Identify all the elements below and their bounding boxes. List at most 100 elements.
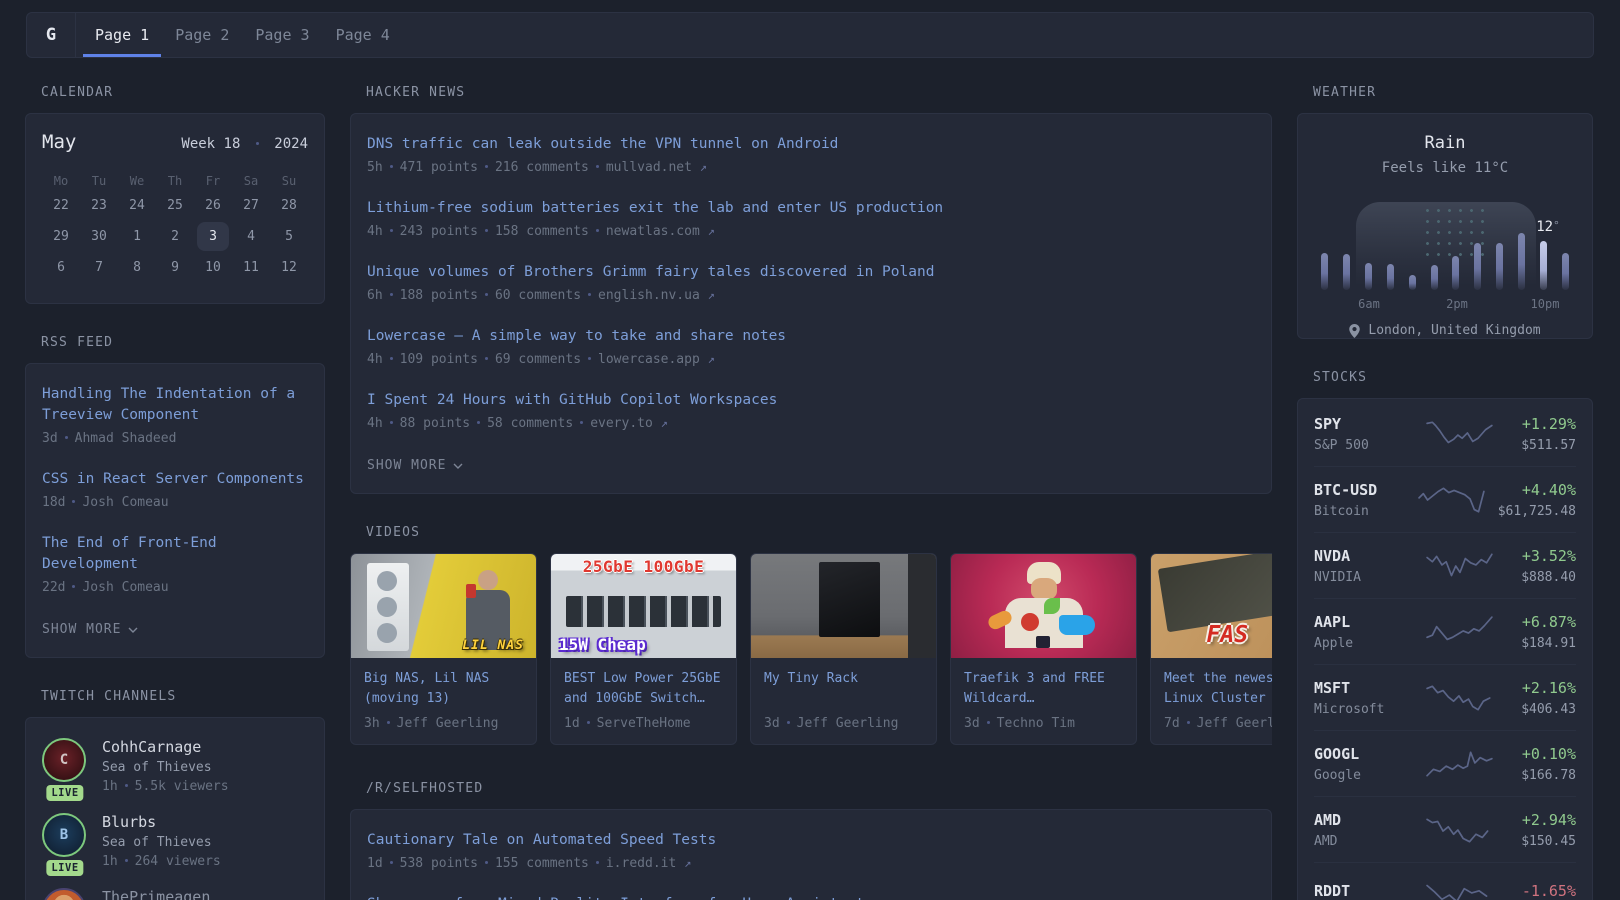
twitch-channel[interactable]: B LIVE Blurbs Sea of Thieves 1h264 viewe… <box>42 813 308 869</box>
twitch-channel-name[interactable]: Blurbs <box>102 813 221 831</box>
stock-row[interactable]: AAPLApple +6.87%$184.91 <box>1314 598 1576 664</box>
separator-dot <box>390 229 393 232</box>
avatar: C <box>42 738 86 782</box>
twitch-widget: C LIVE CohhCarnage Sea of Thieves 1h5.5k… <box>25 717 325 900</box>
stock-sparkline <box>1422 747 1498 781</box>
video-thumbnail[interactable]: LIL NAS <box>351 554 536 658</box>
twitch-channel-name[interactable]: ThePrimeagen <box>102 888 210 900</box>
video-card[interactable]: 25GbE 100GbE 15W Cheap BEST Low Power 25… <box>550 553 737 745</box>
comments-link[interactable]: 216 comments <box>495 160 589 175</box>
app-logo[interactable]: G <box>27 13 76 57</box>
stock-name: NVIDIA <box>1314 570 1410 585</box>
twitch-label: TWITCH CHANNELS <box>41 689 325 704</box>
uptime: 1h <box>102 854 118 869</box>
weather-bar <box>1562 253 1569 290</box>
domain-link[interactable]: english.nv.ua ↗ <box>598 288 715 303</box>
domain-link[interactable]: newatlas.com ↗ <box>606 224 715 239</box>
tab-page-2[interactable]: Page 2 <box>163 13 241 57</box>
location-pin-icon <box>1349 324 1360 338</box>
comments-link[interactable]: 60 comments <box>495 288 581 303</box>
video-card[interactable]: My Tiny Rack 3dJeff Geerling <box>750 553 937 745</box>
video-title[interactable]: Traefik 3 and FREE Wildcard… <box>964 669 1123 716</box>
stock-row[interactable]: RDDT -1.65% <box>1314 862 1576 900</box>
stock-name: S&P 500 <box>1314 438 1410 453</box>
video-title[interactable]: My Tiny Rack <box>764 669 923 716</box>
tab-page-3[interactable]: Page 3 <box>243 13 321 57</box>
calendar-week: Week 18 2024 <box>181 136 308 152</box>
age: 22d <box>42 580 65 595</box>
hacker-news-section: HACKER NEWS DNS traffic can leak outside… <box>350 85 1272 494</box>
domain-link[interactable]: mullvad.net ↗ <box>606 160 707 175</box>
comments-link[interactable]: 155 comments <box>495 856 589 871</box>
rss-item-title[interactable]: Handling The Indentation of a Treeview C… <box>42 384 308 426</box>
author: Ahmad Shadeed <box>75 431 177 446</box>
video-thumbnail[interactable]: FAS <box>1151 554 1272 658</box>
comments-link[interactable]: 69 comments <box>495 352 581 367</box>
stock-row[interactable]: NVDANVIDIA +3.52%$888.40 <box>1314 532 1576 598</box>
twitch-channel[interactable]: C LIVE CohhCarnage Sea of Thieves 1h5.5k… <box>42 738 308 794</box>
uptime: 1h <box>102 779 118 794</box>
hn-item-title[interactable]: Lithium-free sodium batteries exit the l… <box>367 198 1255 219</box>
rss-item-title[interactable]: The End of Front-End Development <box>42 533 308 575</box>
hn-item: Lithium-free sodium batteries exit the l… <box>367 198 1255 239</box>
video-card[interactable]: Traefik 3 and FREE Wildcard… 3dTechno Ti… <box>950 553 1137 745</box>
separator-dot <box>390 861 393 864</box>
weather-bar <box>1540 241 1547 290</box>
stock-row[interactable]: GOOGLGoogle +0.10%$166.78 <box>1314 730 1576 796</box>
points: 88 points <box>400 416 470 431</box>
separator-dot <box>485 293 488 296</box>
hn-show-more-button[interactable]: SHOW MORE <box>367 454 1255 485</box>
weather-location[interactable]: London, United Kingdom <box>1314 323 1576 338</box>
channel-name: Jeff Geerling <box>1197 716 1272 731</box>
video-meta: 3dJeff Geerling <box>764 716 923 731</box>
docker-whale-graphic <box>1059 615 1095 635</box>
domain-link[interactable]: every.to ↗ <box>590 416 668 431</box>
video-title[interactable]: Meet the newest Linux Cluster <box>1164 669 1272 716</box>
hn-item-title[interactable]: Lowercase – A simple way to take and sha… <box>367 326 1255 347</box>
rss-show-more-button[interactable]: SHOW MORE <box>42 618 308 649</box>
calendar-weekday: Mo <box>42 172 80 190</box>
live-badge: LIVE <box>46 785 83 801</box>
hn-item-title[interactable]: I Spent 24 Hours with GitHub Copilot Wor… <box>367 390 1255 411</box>
weather-bar <box>1365 263 1372 290</box>
stock-name: AMD <box>1314 834 1410 849</box>
stock-sparkline <box>1414 483 1490 517</box>
stock-symbol: RDDT <box>1314 882 1410 900</box>
calendar-day: 7 <box>80 252 118 283</box>
video-card[interactable]: FAS Meet the newest Linux Cluster 7dJeff… <box>1150 553 1272 745</box>
comments-link[interactable]: 58 comments <box>487 416 573 431</box>
stock-row[interactable]: SPYS&P 500 +1.29%$511.57 <box>1314 401 1576 466</box>
domain-link[interactable]: lowercase.app ↗ <box>598 352 715 367</box>
rss-item-title[interactable]: CSS in React Server Components <box>42 469 308 490</box>
video-title[interactable]: Big NAS, Lil NAS (moving 13) <box>364 669 523 716</box>
calendar-weekday: Fr <box>194 172 232 190</box>
video-title[interactable]: BEST Low Power 25GbE and 100GbE Switch… <box>564 669 723 716</box>
stock-row[interactable]: MSFTMicrosoft +2.16%$406.43 <box>1314 664 1576 730</box>
video-thumbnail[interactable] <box>951 554 1136 658</box>
tab-page-1[interactable]: Page 1 <box>83 13 161 57</box>
calendar-day: 29 <box>42 221 80 252</box>
hn-item-title[interactable]: Unique volumes of Brothers Grimm fairy t… <box>367 262 1255 283</box>
domain: english.nv.ua <box>598 288 700 303</box>
reddit-item-title[interactable]: Showcase of my Mixed Reality Interface f… <box>367 894 1255 900</box>
domain-link[interactable]: i.redd.it ↗ <box>606 856 692 871</box>
rss-section: RSS FEED Handling The Indentation of a T… <box>25 335 325 658</box>
twitch-meta: 1h264 viewers <box>102 854 221 869</box>
reddit-item-title[interactable]: Cautionary Tale on Automated Speed Tests <box>367 830 1255 851</box>
tab-page-4[interactable]: Page 4 <box>324 13 402 57</box>
points: 243 points <box>400 224 478 239</box>
stock-row[interactable]: BTC-USDBitcoin +4.40%$61,725.48 <box>1314 466 1576 532</box>
rack-graphic <box>819 562 880 637</box>
hn-item-title[interactable]: DNS traffic can leak outside the VPN tun… <box>367 134 1255 155</box>
right-column: WEATHER Rain Feels like 11°C 12° 6am2pm1… <box>1297 85 1593 900</box>
stock-name: Microsoft <box>1314 702 1410 717</box>
stock-row[interactable]: AMDAMD +2.94%$150.45 <box>1314 796 1576 862</box>
video-thumbnail[interactable] <box>751 554 936 658</box>
video-thumbnail[interactable]: 25GbE 100GbE 15W Cheap <box>551 554 736 658</box>
video-card[interactable]: LIL NAS Big NAS, Lil NAS (moving 13) 3hJ… <box>350 553 537 745</box>
channel-name: Techno Tim <box>997 716 1075 731</box>
twitch-channel-name[interactable]: CohhCarnage <box>102 738 229 756</box>
avatar <box>42 888 86 900</box>
twitch-channel[interactable]: ThePrimeagen <box>42 888 308 900</box>
comments-link[interactable]: 158 comments <box>495 224 589 239</box>
